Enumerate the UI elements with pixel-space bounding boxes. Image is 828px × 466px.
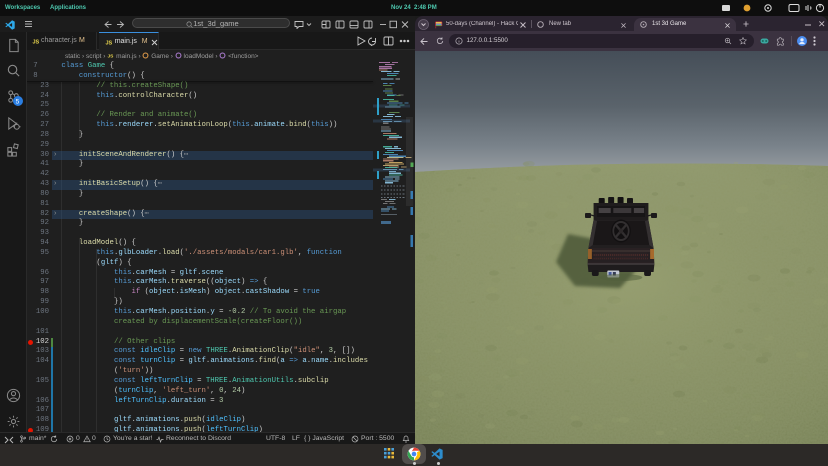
svg-text:5: 5: [16, 98, 20, 105]
svg-text:JS: JS: [105, 41, 112, 47]
svg-text:JS: JS: [108, 53, 115, 58]
svg-text:JS: JS: [33, 40, 40, 46]
